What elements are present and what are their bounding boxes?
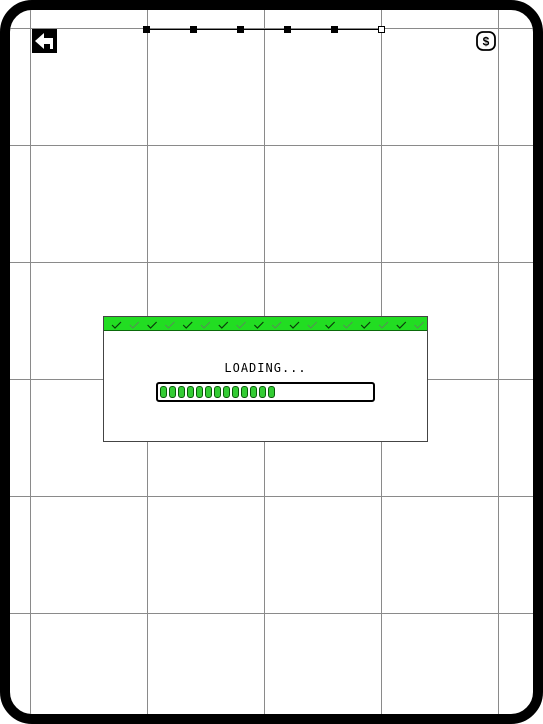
progress-segment: [169, 386, 176, 398]
checkmark-icon: [111, 321, 122, 329]
checkmark-icon: [165, 321, 175, 329]
level-node[interactable]: [143, 26, 150, 33]
coin-button[interactable]: $: [476, 31, 496, 51]
checkmark-icon: [218, 321, 229, 329]
checkmark-icon: [147, 321, 158, 329]
loading-dialog: LOADING...: [103, 316, 428, 442]
progress-segment: [178, 386, 185, 398]
progress-segment: [214, 386, 221, 398]
checkmark-icon: [200, 321, 211, 329]
level-node[interactable]: [331, 26, 338, 33]
checkmark-icon: [271, 321, 282, 329]
svg-text:$: $: [483, 35, 490, 49]
grid-line: [10, 262, 533, 263]
progress-segment: [160, 386, 167, 398]
progress-segment: [232, 386, 239, 398]
grid-line: [10, 145, 533, 146]
checkmark-icon: [378, 321, 389, 329]
loading-progress-bar: [156, 382, 375, 402]
progress-segment: [196, 386, 203, 398]
checkmark-icon: [307, 321, 318, 329]
checkmark-icon: [253, 321, 264, 329]
checkmark-icon: [396, 321, 407, 329]
back-arrow-icon: [35, 33, 53, 49]
progress-segment: [223, 386, 230, 398]
progress-segment: [205, 386, 212, 398]
checkmark-icon: [360, 321, 371, 329]
loading-label: LOADING...: [224, 361, 307, 375]
checkmark-icon: [236, 321, 246, 329]
progress-segment: [250, 386, 257, 398]
progress-segment: [241, 386, 248, 398]
dollar-coin-icon: $: [476, 31, 496, 51]
game-screen: $ LOADING...: [0, 0, 543, 724]
level-node[interactable]: [237, 26, 244, 33]
grid-line: [30, 10, 31, 714]
progress-segment: [259, 386, 266, 398]
level-node[interactable]: [284, 26, 291, 33]
back-button[interactable]: [32, 29, 57, 53]
checkmark-icon: [129, 321, 140, 329]
level-track: [146, 29, 384, 30]
grid-line: [498, 10, 499, 714]
checkmark-icon: [414, 321, 424, 329]
checkmark-icon: [343, 321, 353, 329]
progress-segment: [187, 386, 194, 398]
level-node[interactable]: [190, 26, 197, 33]
checkmark-icon: [325, 321, 336, 329]
grid-line: [10, 613, 533, 614]
checkmark-icon: [182, 321, 193, 329]
progress-segment: [268, 386, 275, 398]
checkmark-icon: [289, 321, 300, 329]
grid-line: [10, 496, 533, 497]
checkmark-pattern: [111, 321, 424, 329]
dialog-header: [104, 317, 427, 331]
level-node[interactable]: [378, 26, 385, 33]
